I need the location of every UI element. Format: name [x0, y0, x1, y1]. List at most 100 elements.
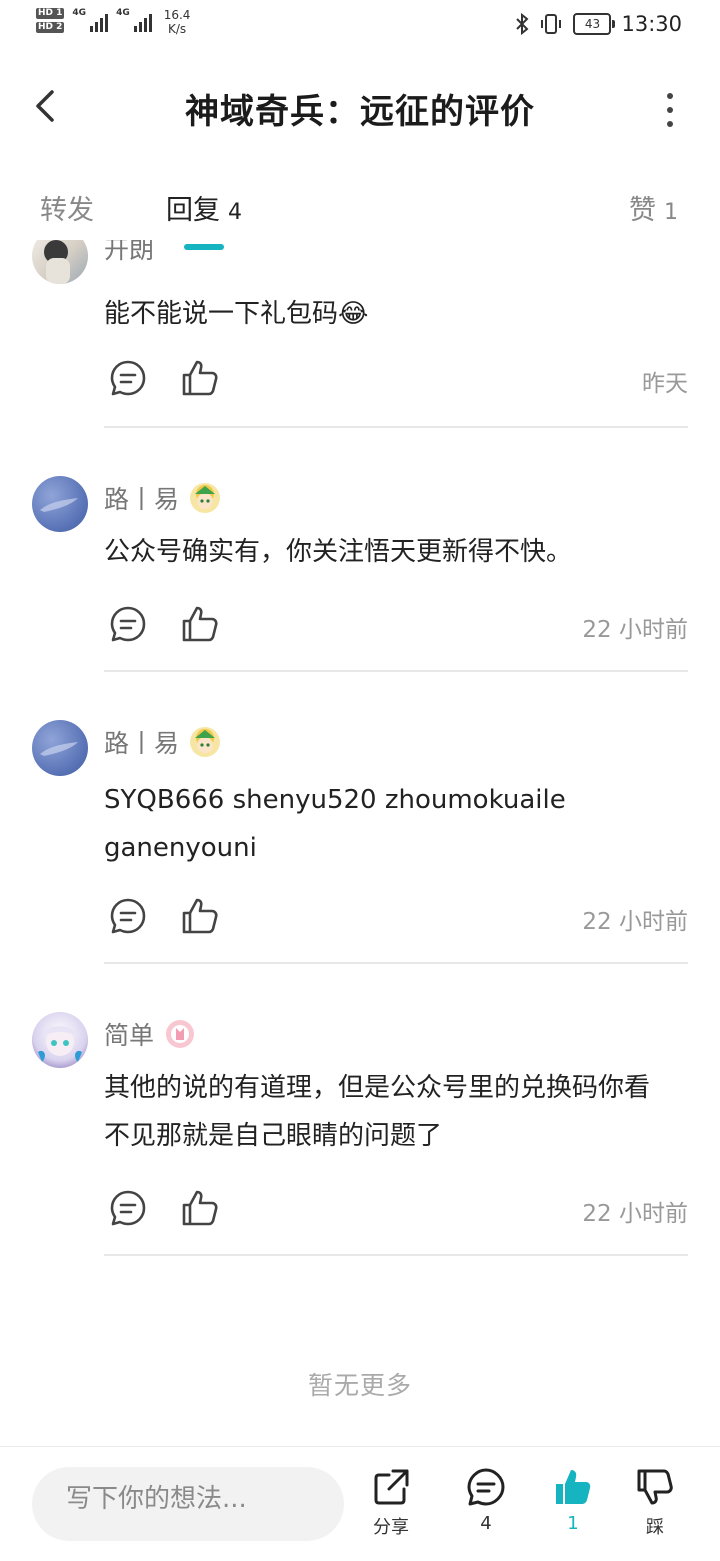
- signal-bar: [105, 14, 109, 32]
- comment-actions: 22 小时前: [108, 1188, 688, 1232]
- avatar[interactable]: [32, 1012, 88, 1068]
- signal-bar: [95, 22, 99, 32]
- speed-unit: K/s: [167, 22, 187, 36]
- comment-bubble-icon: [467, 1468, 505, 1506]
- comment-text: 公众号确实有，你关注悟天更新得不快。: [104, 537, 573, 567]
- tab-reply-label: 回复: [166, 195, 220, 226]
- comment-bubble-icon: [110, 360, 146, 396]
- tab-likes[interactable]: 赞1: [629, 188, 678, 227]
- comment-username[interactable]: 开朗: [104, 240, 154, 266]
- comment-actions: 昨天: [108, 358, 688, 402]
- tab-reply[interactable]: 回复 4: [166, 188, 242, 227]
- user-badge-icon: [190, 727, 221, 757]
- avatar-image: [38, 1026, 82, 1062]
- share-icon: [374, 1469, 409, 1505]
- like-count-label: 1: [567, 1513, 579, 1534]
- signal-icon-sim1: 4G: [72, 8, 109, 32]
- divider: [104, 670, 688, 672]
- tab-repost[interactable]: 转发: [40, 188, 94, 227]
- network-speed: 16.4 K/s: [164, 8, 191, 36]
- thumbs-up-icon: [556, 1470, 591, 1504]
- comment-username[interactable]: 路丨易: [104, 480, 221, 516]
- username-text: 路丨易: [104, 485, 180, 514]
- page-title: 神域奇兵：远征的评价: [185, 92, 535, 132]
- comment-username[interactable]: 简单: [104, 1016, 196, 1052]
- comment-count-label: 4: [480, 1513, 492, 1534]
- clock: 13:30: [621, 12, 682, 36]
- comments-count-button[interactable]: 4: [451, 1467, 521, 1557]
- hd-stack: HD 1 HD 2: [36, 8, 65, 33]
- comment-actions: 22 小时前: [108, 604, 688, 648]
- avatar-image: [40, 742, 78, 756]
- speed-value: 16.4: [163, 8, 191, 22]
- comment-list[interactable]: 开朗 能不能说一下礼包码😂 昨天 路丨易 公众号确实有，你关注悟天更新得不快。: [0, 240, 720, 1340]
- like-button[interactable]: [180, 604, 220, 644]
- reply-button[interactable]: [108, 604, 148, 644]
- reply-button[interactable]: [108, 358, 148, 398]
- reply-button[interactable]: [108, 896, 148, 936]
- comment-input-box[interactable]: [32, 1467, 344, 1541]
- hd2-indicator: HD 2: [36, 22, 65, 33]
- signal-bar: [143, 18, 147, 32]
- signal-bar: [90, 26, 94, 32]
- network-type-sim2: 4G: [116, 8, 130, 18]
- user-badge-icon: [190, 483, 221, 513]
- battery-icon: 43: [573, 13, 616, 35]
- bottom-bar: 分享 4 1 踩: [0, 1446, 720, 1561]
- comment-time: 22 小时前: [582, 1201, 688, 1227]
- like-count-button[interactable]: 1: [538, 1467, 608, 1557]
- username-text: 简单: [104, 1021, 155, 1050]
- avatar[interactable]: [32, 720, 88, 776]
- no-more-text: 暂无更多: [307, 1371, 412, 1400]
- tab-likes-count: 1: [664, 200, 678, 225]
- like-button[interactable]: [180, 1188, 220, 1228]
- comment-bubble-icon: [110, 606, 146, 642]
- signal-bar: [148, 14, 152, 32]
- thumbs-up-icon: [182, 606, 218, 642]
- comment-text: SYQB666 shenyu520 zhoumokuaile ganenyoun…: [104, 785, 566, 863]
- thumbs-up-icon: [182, 898, 218, 934]
- comment-time: 22 小时前: [582, 617, 688, 643]
- username-text: 路丨易: [104, 729, 180, 758]
- back-arrow-icon: [36, 90, 54, 122]
- tab-reply-count: 4: [228, 200, 242, 225]
- signal-bar: [133, 26, 137, 32]
- like-button[interactable]: [180, 896, 220, 936]
- signal-bar: [138, 22, 142, 32]
- avatar[interactable]: [32, 240, 88, 284]
- comment-input[interactable]: [64, 1483, 328, 1515]
- status-left: HD 1 HD 2 4G 4G 16.4 K/s: [36, 8, 190, 36]
- more-vertical-icon: [667, 93, 673, 127]
- divider: [104, 962, 688, 964]
- comment-actions: 22 小时前: [108, 896, 688, 940]
- vibrate-icon: [541, 14, 562, 34]
- comment-bubble-icon: [110, 1190, 146, 1226]
- signal-icon-sim2: 4G: [116, 8, 152, 32]
- divider: [104, 1254, 688, 1256]
- dislike-label: 踩: [646, 1517, 664, 1538]
- share-label: 分享: [373, 1517, 409, 1538]
- user-badge-icon: [166, 1020, 195, 1048]
- comment-bubble-icon: [110, 898, 146, 934]
- reply-button[interactable]: [108, 1188, 148, 1228]
- avatar-image: [40, 498, 78, 512]
- thumbs-down-icon: [637, 1469, 673, 1505]
- back-button[interactable]: [26, 82, 66, 130]
- header: 神域奇兵：远征的评价: [0, 62, 720, 152]
- tab-likes-label: 赞: [629, 195, 656, 226]
- network-type-sim1: 4G: [72, 8, 87, 18]
- dislike-button[interactable]: 踩: [620, 1467, 690, 1557]
- status-right: 43 13:30: [515, 12, 682, 36]
- avatar[interactable]: [32, 476, 88, 532]
- status-bar: HD 1 HD 2 4G 4G 16.4 K/s 43 13:30: [0, 0, 720, 52]
- comment-text: 其他的说的有道理，但是公众号里的兑换码你看不见那就是自己眼睛的问题了: [104, 1073, 651, 1151]
- bluetooth-icon: [516, 12, 529, 36]
- like-button[interactable]: [180, 358, 220, 398]
- avatar-image: [44, 240, 70, 284]
- comment-username[interactable]: 路丨易: [104, 724, 221, 760]
- signal-bar: [100, 18, 104, 32]
- more-button[interactable]: [660, 90, 680, 130]
- hd1-indicator: HD 1: [36, 8, 65, 19]
- tab-repost-label: 转发: [40, 195, 94, 226]
- share-button[interactable]: 分享: [356, 1467, 426, 1557]
